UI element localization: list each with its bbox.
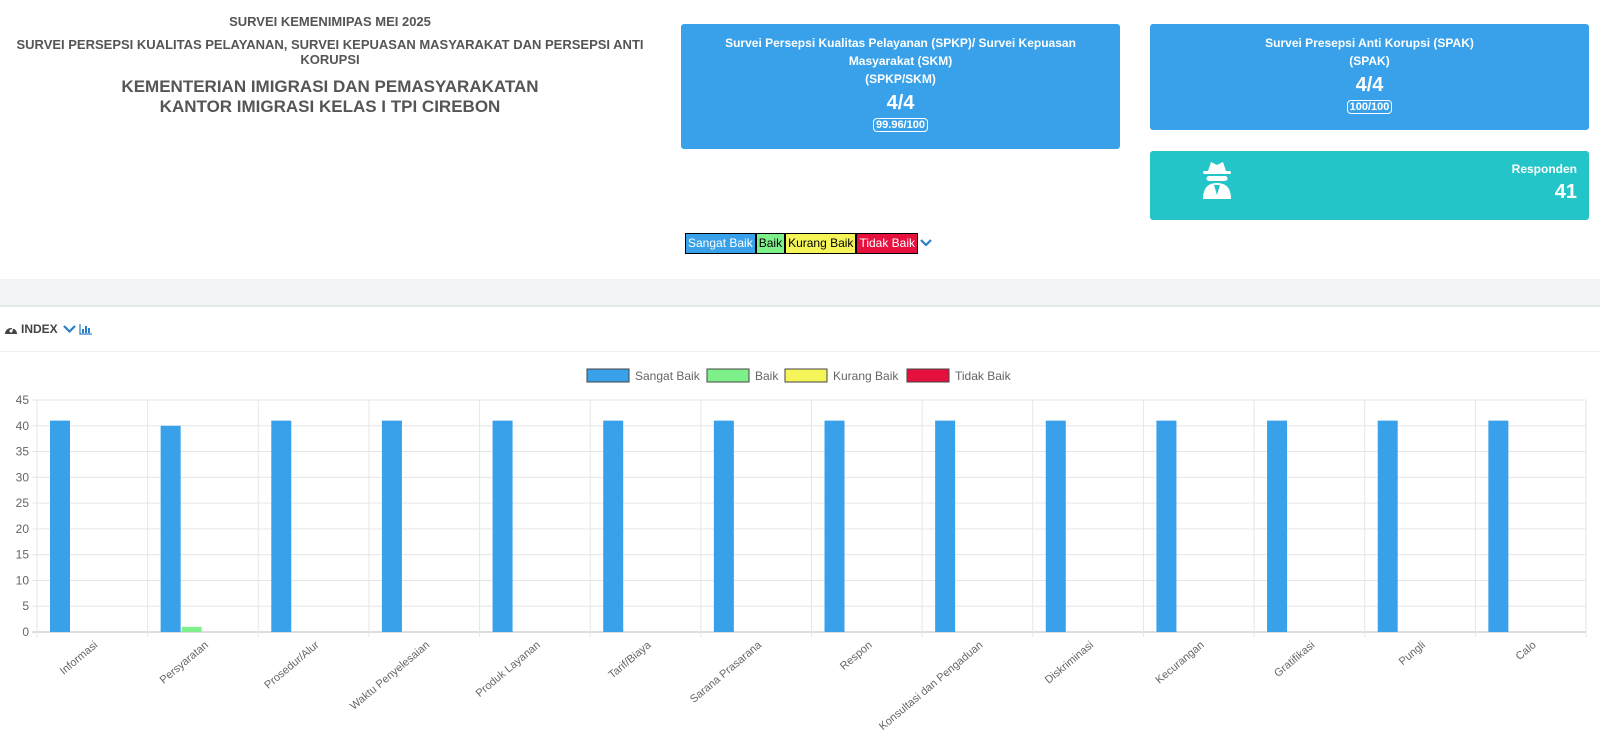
survey-header: SURVEI KEMENIMIPAS MEI 2025 SURVEI PERSE… xyxy=(0,14,660,117)
dashboard-icon xyxy=(5,326,17,334)
chevron-down-icon[interactable] xyxy=(920,235,932,253)
x-tick-label: Diskriminasi xyxy=(1043,639,1096,686)
respondents-count: 41 xyxy=(1554,181,1577,203)
survey-period: SURVEI KEMENIMIPAS MEI 2025 xyxy=(229,14,431,29)
y-tick-label: 0 xyxy=(22,625,29,639)
spkp-score: 4/4 xyxy=(886,92,915,114)
x-tick-label: Persyaratan xyxy=(158,639,211,686)
bar-sangat-baik xyxy=(824,420,845,632)
respondents-label: Responden xyxy=(1511,162,1577,176)
x-tick-label: Produk Layanan xyxy=(474,639,543,700)
y-tick-label: 10 xyxy=(16,573,30,587)
x-tick-label: Prosedur/Alur xyxy=(262,639,321,692)
y-tick-label: 30 xyxy=(16,470,30,484)
bar-sangat-baik xyxy=(1377,420,1398,632)
respondents-card: Responden 41 xyxy=(1150,151,1589,220)
x-tick-label: Tarif/Biaya xyxy=(606,639,654,682)
rating-legend: Sangat Baik Baik Kurang Baik Tidak Baik xyxy=(685,233,932,254)
bar-sangat-baik xyxy=(492,420,513,632)
bar-chart-icon[interactable] xyxy=(79,323,93,335)
y-tick-label: 35 xyxy=(16,445,30,459)
legend-sangat-baik: Sangat Baik xyxy=(685,233,756,254)
spak-score-card: Survei Presepsi Anti Korupsi (SPAK) (SPA… xyxy=(1150,24,1589,130)
legend-label: Tidak Baik xyxy=(955,369,1012,383)
y-tick-label: 15 xyxy=(16,548,30,562)
legend-swatch xyxy=(784,368,828,383)
y-tick-label: 5 xyxy=(22,599,29,613)
spak-title-2: (SPAK) xyxy=(1349,54,1390,68)
y-tick-label: 40 xyxy=(16,419,30,433)
x-tick-label: Konsultasi dan Pengaduan xyxy=(877,639,985,733)
x-tick-label: Kecurangan xyxy=(1154,639,1207,686)
legend-label: Kurang Baik xyxy=(833,369,899,383)
spkp-title-2: Masyarakat (SKM) xyxy=(848,54,953,68)
office-name: KANTOR IMIGRASI KELAS I TPI CIREBON xyxy=(159,97,501,116)
survey-subtitle: SURVEI PERSEPSI KUALITAS PELAYANAN, SURV… xyxy=(16,37,644,67)
spkp-detail-badge: 99.96/100 xyxy=(873,118,928,132)
spy-icon xyxy=(1200,159,1234,204)
bar-sangat-baik xyxy=(1156,420,1177,632)
bar-sangat-baik xyxy=(1267,420,1288,632)
index-panel-header: INDEX xyxy=(4,322,96,336)
bar-sangat-baik xyxy=(1488,420,1509,632)
bar-sangat-baik xyxy=(1045,420,1066,632)
bar-sangat-baik xyxy=(603,420,624,632)
legend-label: Baik xyxy=(755,369,779,383)
spkp-score-card: Survei Persepsi Kualitas Pelayanan (SPKP… xyxy=(681,24,1120,149)
x-tick-label: Gratifikasi xyxy=(1272,639,1317,680)
spak-score: 4/4 xyxy=(1355,74,1384,96)
section-divider xyxy=(0,279,1600,307)
x-tick-label: Pungli xyxy=(1397,639,1428,668)
legend-kurang-baik: Kurang Baik xyxy=(785,233,857,254)
spak-detail-badge: 100/100 xyxy=(1346,100,1393,114)
bar-sangat-baik xyxy=(271,420,292,632)
chevron-down-icon[interactable] xyxy=(62,324,76,334)
x-tick-label: Waktu Penyelesaian xyxy=(348,639,432,712)
bar-baik xyxy=(181,626,202,632)
index-panel-title: INDEX xyxy=(21,322,58,336)
panel-separator xyxy=(0,351,1600,352)
x-tick-label: Calo xyxy=(1514,639,1539,663)
legend-swatch xyxy=(706,368,750,383)
bar-sangat-baik xyxy=(935,420,956,632)
ministry-name: KEMENTERIAN IMIGRASI DAN PEMASYARAKATAN xyxy=(121,77,539,96)
legend-swatch xyxy=(586,368,630,383)
bar-sangat-baik xyxy=(50,420,70,632)
x-tick-label: Informasi xyxy=(58,639,100,677)
legend-swatch xyxy=(906,368,950,383)
spak-title-1: Survei Presepsi Anti Korupsi (SPAK) xyxy=(1265,36,1474,50)
legend-baik: Baik xyxy=(755,233,786,254)
bar-sangat-baik xyxy=(381,420,402,632)
legend-tidak-baik: Tidak Baik xyxy=(856,233,919,254)
legend-label: Sangat Baik xyxy=(635,369,701,383)
bar-sangat-baik xyxy=(160,425,181,632)
x-tick-label: Respon xyxy=(838,639,875,673)
spkp-title-3: (SPKP/SKM) xyxy=(865,72,936,86)
y-tick-label: 20 xyxy=(16,522,30,536)
y-tick-label: 45 xyxy=(16,393,30,407)
bar-sangat-baik xyxy=(713,420,734,632)
index-bar-chart: 0 5 10 15 20 25 30 35 40 45 Informasi Persyaratan Pr… xyxy=(16,368,1587,733)
x-tick-label: Sarana Prasarana xyxy=(688,639,765,706)
spkp-title-1: Survei Persepsi Kualitas Pelayanan (SPKP… xyxy=(725,36,1076,50)
y-tick-label: 25 xyxy=(16,496,30,510)
